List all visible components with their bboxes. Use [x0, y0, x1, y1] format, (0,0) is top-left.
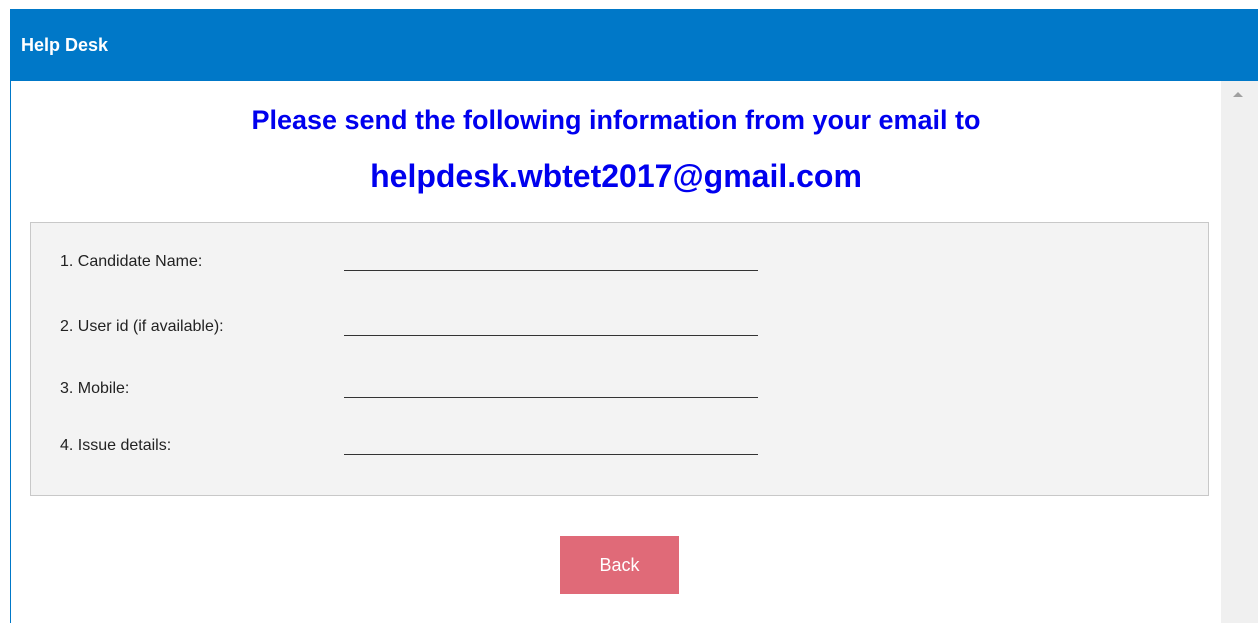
help-desk-window: Help Desk Please send the following info… — [10, 9, 1258, 623]
vertical-scrollbar[interactable] — [1221, 81, 1258, 623]
scroll-up-arrow-icon — [1233, 92, 1243, 97]
field-candidate-name: 1. Candidate Name: — [60, 252, 820, 282]
helpdesk-email: helpdesk.wbtet2017@gmail.com — [370, 158, 862, 194]
help-desk-content: Please send the following information fr… — [11, 81, 1221, 623]
field-label: 1. Candidate Name: — [60, 253, 203, 270]
scroll-up-button[interactable] — [1221, 81, 1258, 111]
instruction-heading: Please send the following information fr… — [251, 105, 981, 135]
field-label: 3. Mobile: — [60, 380, 130, 397]
back-button[interactable]: Back — [560, 536, 679, 594]
field-blank-line — [344, 335, 758, 336]
field-mobile: 3. Mobile: — [60, 379, 820, 409]
field-label: 2. User id (if available): — [60, 318, 224, 335]
field-blank-line — [344, 270, 758, 271]
field-label: 4. Issue details: — [60, 437, 172, 454]
window-title: Help Desk — [21, 35, 109, 55]
field-blank-line — [344, 397, 758, 398]
information-box: 1. Candidate Name: 2. User id (if availa… — [30, 222, 1209, 496]
title-bar: Help Desk — [11, 9, 1258, 81]
field-blank-line — [344, 454, 758, 455]
field-user-id: 2. User id (if available): — [60, 317, 820, 347]
field-issue-details: 4. Issue details: — [60, 436, 820, 466]
